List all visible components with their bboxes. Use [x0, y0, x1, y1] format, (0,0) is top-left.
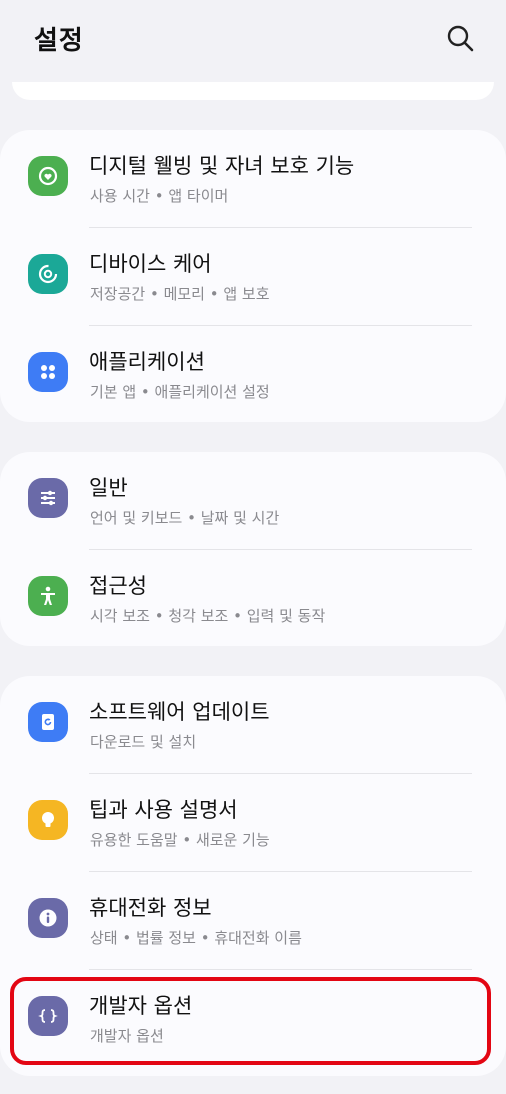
settings-group-3: 소프트웨어 업데이트 다운로드 및 설치 팁과 사용 설명서 유용한 도움말 •…: [0, 676, 506, 1076]
menu-item-developer-options[interactable]: 개발자 옵션 개발자 옵션: [0, 970, 506, 1066]
menu-item-subtitle: 기본 앱 • 애플리케이션 설정: [90, 383, 270, 401]
menu-item-title: 일반: [89, 476, 128, 500]
menu-item-device-care[interactable]: 디바이스 케어 저장공간 • 메모리 • 앱 보호: [0, 228, 506, 324]
apps-icon: [28, 352, 68, 392]
lightbulb-icon: [28, 800, 68, 840]
settings-group-2: 일반 언어 및 키보드 • 날짜 및 시간 접근성 시각 보조 • 청각 보조 …: [0, 452, 506, 646]
menu-item-about-phone[interactable]: 휴대전화 정보 상태 • 법률 정보 • 휴대전화 이름: [0, 872, 506, 968]
menu-item-applications[interactable]: 애플리케이션 기본 앱 • 애플리케이션 설정: [0, 326, 506, 422]
menu-item-subtitle: 개발자 옵션: [90, 1027, 164, 1045]
menu-item-accessibility[interactable]: 접근성 시각 보조 • 청각 보조 • 입력 및 동작: [0, 550, 506, 646]
menu-item-title: 접근성: [89, 574, 147, 598]
menu-item-title: 휴대전화 정보: [89, 896, 212, 920]
sliders-icon: [28, 478, 68, 518]
menu-item-tips[interactable]: 팁과 사용 설명서 유용한 도움말 • 새로운 기능: [0, 774, 506, 870]
search-button[interactable]: [442, 20, 478, 56]
settings-group-1: 디지털 웰빙 및 자녀 보호 기능 사용 시간 • 앱 타이머 디바이스 케어 …: [0, 130, 506, 422]
header: 설정: [0, 0, 506, 80]
menu-item-subtitle: 사용 시간 • 앱 타이머: [90, 187, 229, 205]
menu-item-title: 개발자 옵션: [89, 994, 193, 1018]
previous-card-bottom: [12, 82, 494, 100]
menu-item-digital-wellbeing[interactable]: 디지털 웰빙 및 자녀 보호 기능 사용 시간 • 앱 타이머: [0, 130, 506, 226]
menu-item-title: 디바이스 케어: [89, 252, 212, 276]
menu-item-subtitle: 언어 및 키보드 • 날짜 및 시간: [90, 509, 280, 527]
menu-item-subtitle: 저장공간 • 메모리 • 앱 보호: [90, 285, 270, 303]
digital-wellbeing-icon: [28, 156, 68, 196]
menu-item-title: 애플리케이션: [89, 350, 205, 374]
menu-item-title: 팁과 사용 설명서: [89, 798, 238, 822]
menu-item-subtitle: 다운로드 및 설치: [90, 733, 197, 751]
menu-item-title: 소프트웨어 업데이트: [89, 700, 270, 724]
menu-item-general[interactable]: 일반 언어 및 키보드 • 날짜 및 시간: [0, 452, 506, 548]
menu-item-subtitle: 시각 보조 • 청각 보조 • 입력 및 동작: [90, 607, 326, 625]
menu-item-subtitle: 유용한 도움말 • 새로운 기능: [90, 831, 270, 849]
device-care-icon: [28, 254, 68, 294]
info-icon: [28, 898, 68, 938]
menu-item-software-update[interactable]: 소프트웨어 업데이트 다운로드 및 설치: [0, 676, 506, 772]
accessibility-icon: [28, 576, 68, 616]
menu-item-title: 디지털 웰빙 및 자녀 보호 기능: [89, 154, 355, 178]
software-update-icon: [28, 702, 68, 742]
menu-item-subtitle: 상태 • 법률 정보 • 휴대전화 이름: [90, 929, 302, 947]
developer-options-icon: [28, 996, 68, 1036]
search-icon: [447, 25, 474, 52]
page-title: 설정: [34, 26, 84, 56]
